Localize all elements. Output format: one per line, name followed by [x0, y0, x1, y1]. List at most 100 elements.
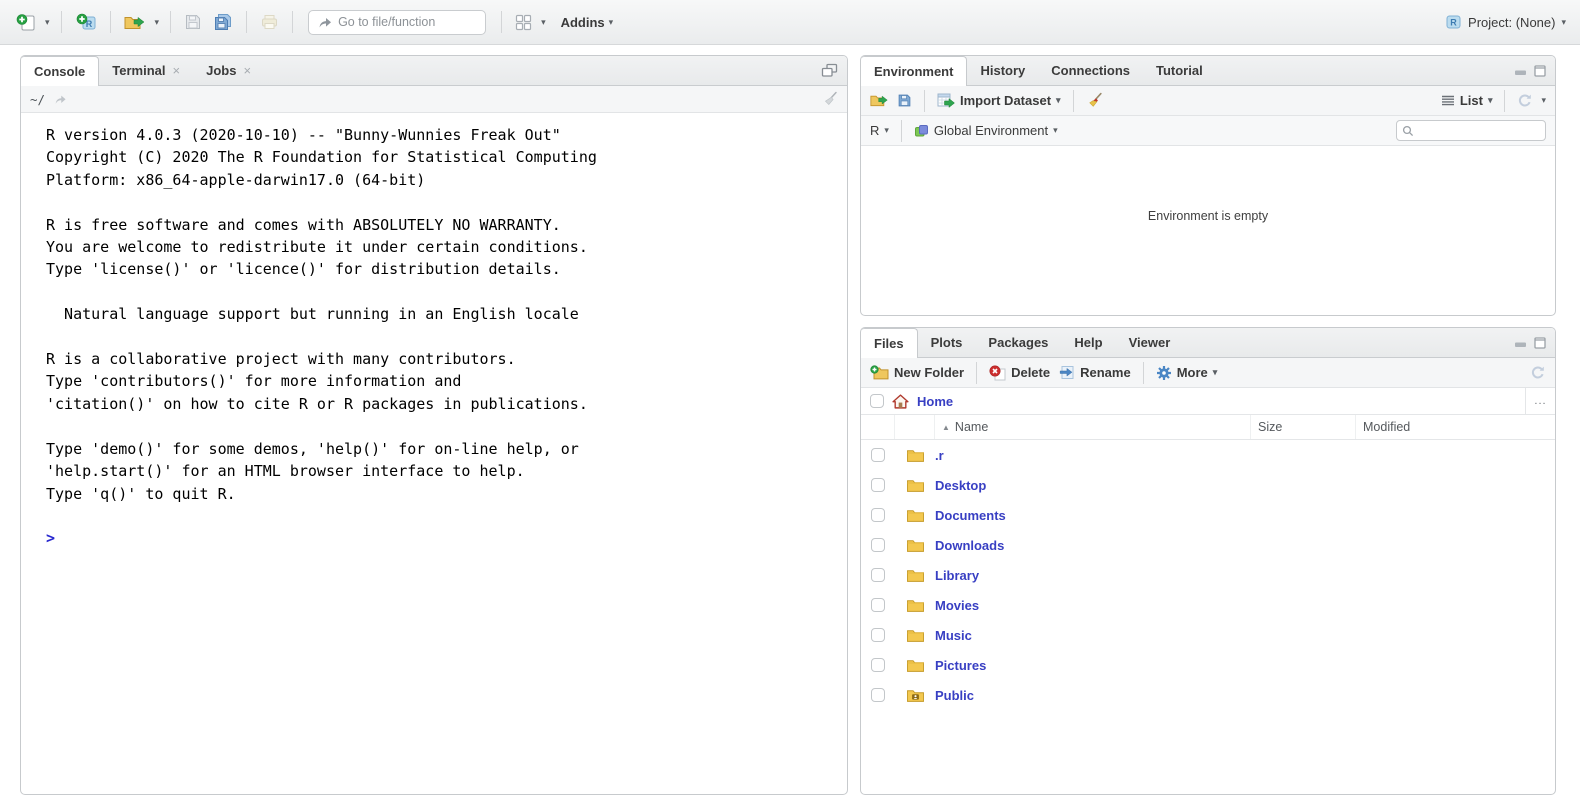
row-checkbox[interactable]: [871, 508, 885, 522]
home-icon[interactable]: [892, 394, 909, 409]
environment-view-caret: ▾: [1488, 96, 1493, 105]
row-checkbox[interactable]: [871, 478, 885, 492]
close-icon[interactable]: ×: [173, 63, 181, 78]
separator: [1504, 90, 1505, 112]
refresh-files-icon[interactable]: [1530, 365, 1546, 381]
new-project-button[interactable]: R: [73, 10, 99, 34]
new-folder-button[interactable]: New Folder: [870, 365, 964, 380]
folder-icon: [907, 598, 924, 612]
separator: [1073, 90, 1074, 112]
tab-tutorial-label: Tutorial: [1156, 63, 1203, 78]
tab-jobs[interactable]: Jobs ×: [193, 56, 264, 85]
file-link[interactable]: .r: [935, 448, 944, 463]
file-link[interactable]: Library: [935, 568, 979, 583]
more-button[interactable]: More ▾: [1156, 365, 1218, 381]
row-checkbox[interactable]: [871, 628, 885, 642]
save-all-button[interactable]: [211, 11, 235, 33]
language-select-button[interactable]: R ▾: [870, 123, 889, 138]
tab-packages[interactable]: Packages: [975, 328, 1061, 357]
file-link[interactable]: Movies: [935, 598, 979, 613]
header-modified[interactable]: Modified: [1355, 415, 1555, 439]
header-size[interactable]: Size: [1250, 415, 1355, 439]
row-checkbox[interactable]: [871, 598, 885, 612]
tab-connections[interactable]: Connections: [1038, 56, 1143, 85]
row-checkbox[interactable]: [871, 568, 885, 582]
minimize-pane-icon[interactable]: [1514, 337, 1527, 348]
file-link[interactable]: Music: [935, 628, 972, 643]
panes-layout-caret[interactable]: ▾: [541, 18, 546, 27]
row-checkbox[interactable]: [871, 658, 885, 672]
files-header-row: ▲ Name Size Modified: [861, 415, 1555, 440]
scope-select-button[interactable]: Global Environment ▾: [914, 123, 1058, 138]
path-more-button[interactable]: ...: [1525, 388, 1555, 414]
load-workspace-icon[interactable]: [870, 93, 889, 108]
environment-search[interactable]: [1396, 120, 1546, 141]
select-all-checkbox[interactable]: [870, 394, 884, 408]
addins-button[interactable]: Addins ▾: [559, 13, 616, 32]
maximize-pane-icon[interactable]: [1534, 65, 1546, 77]
header-name[interactable]: ▲ Name: [935, 420, 1250, 434]
file-link[interactable]: Downloads: [935, 538, 1004, 553]
file-link[interactable]: Desktop: [935, 478, 986, 493]
print-button[interactable]: [258, 12, 281, 32]
row-checkbox[interactable]: [871, 688, 885, 702]
home-breadcrumb-link[interactable]: Home: [917, 394, 953, 409]
goto-file-search[interactable]: [308, 10, 486, 35]
file-link[interactable]: Documents: [935, 508, 1006, 523]
tab-help[interactable]: Help: [1061, 328, 1115, 357]
tab-console[interactable]: Console: [20, 56, 99, 86]
new-file-caret[interactable]: ▾: [45, 18, 50, 27]
minimize-pane-icon[interactable]: [1514, 65, 1527, 76]
gear-icon: [1156, 365, 1172, 381]
folder-icon: [907, 658, 924, 672]
environment-view-button[interactable]: List ▾: [1441, 93, 1493, 108]
file-link[interactable]: Public: [935, 688, 974, 703]
new-file-icon: [16, 13, 36, 32]
tab-history[interactable]: History: [967, 56, 1038, 85]
refresh-environment-caret[interactable]: ▾: [1541, 96, 1546, 105]
list-view-icon: [1441, 95, 1455, 106]
console-prompt-line[interactable]: >: [46, 527, 841, 549]
tab-plots[interactable]: Plots: [918, 328, 976, 357]
project-caret: ▾: [1561, 18, 1566, 27]
separator: [246, 11, 247, 33]
folder-icon: [907, 508, 924, 522]
tab-viewer[interactable]: Viewer: [1116, 328, 1184, 357]
file-row: Desktop: [861, 470, 1555, 500]
goto-directory-icon[interactable]: [53, 93, 67, 105]
save-button[interactable]: [182, 11, 204, 33]
project-menu-button[interactable]: R Project: (None) ▾: [1445, 14, 1566, 30]
clear-console-icon[interactable]: [822, 91, 838, 107]
separator: [61, 11, 62, 33]
clear-environment-icon[interactable]: [1086, 92, 1103, 109]
tab-viewer-label: Viewer: [1129, 335, 1171, 350]
refresh-environment-icon[interactable]: [1517, 93, 1533, 109]
restore-panes-icon[interactable]: [821, 63, 838, 78]
language-caret: ▾: [884, 126, 889, 135]
console-subbar: ~/: [21, 86, 847, 113]
new-file-button[interactable]: [14, 11, 38, 34]
delete-button[interactable]: Delete: [989, 365, 1050, 381]
open-file-caret[interactable]: ▾: [155, 18, 160, 27]
new-folder-label: New Folder: [894, 365, 964, 380]
file-row: Pictures: [861, 650, 1555, 680]
row-checkbox[interactable]: [871, 448, 885, 462]
open-file-button[interactable]: [122, 12, 148, 33]
file-link[interactable]: Pictures: [935, 658, 986, 673]
tab-terminal[interactable]: Terminal ×: [99, 56, 193, 85]
tab-tutorial[interactable]: Tutorial: [1143, 56, 1216, 85]
panes-layout-button[interactable]: [513, 12, 534, 33]
rename-button[interactable]: Rename: [1058, 365, 1131, 380]
goto-input[interactable]: [338, 15, 468, 29]
tab-environment[interactable]: Environment: [860, 56, 967, 86]
separator: [976, 362, 977, 384]
panes-grid-icon: [515, 14, 532, 31]
save-workspace-icon[interactable]: [897, 93, 912, 108]
maximize-pane-icon[interactable]: [1534, 337, 1546, 349]
tab-files[interactable]: Files: [860, 328, 918, 358]
close-icon[interactable]: ×: [243, 63, 251, 78]
row-checkbox[interactable]: [871, 538, 885, 552]
environment-search-input[interactable]: [1418, 124, 1538, 138]
import-dataset-button[interactable]: Import Dataset ▾: [937, 93, 1061, 108]
language-label: R: [870, 123, 879, 138]
